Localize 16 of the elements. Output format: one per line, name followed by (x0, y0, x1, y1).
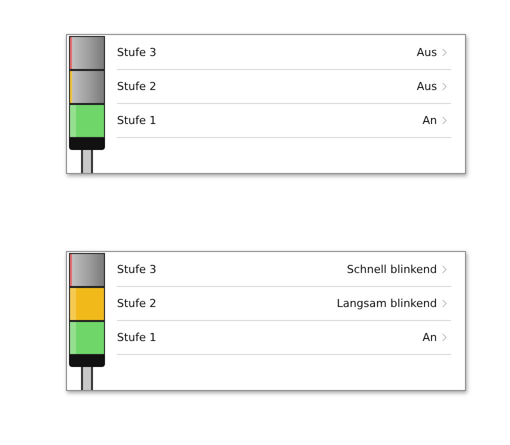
mode-selector[interactable]: Langsam blinkend (336, 297, 451, 310)
tower-pole (81, 150, 93, 173)
level-label: Stufe 2 (117, 80, 156, 93)
level-label: Stufe 3 (117, 46, 156, 59)
mode-selector[interactable]: An (422, 114, 451, 127)
level-label: Stufe 1 (117, 114, 156, 127)
level-label: Stufe 2 (117, 297, 156, 310)
level-label: Stufe 1 (117, 331, 156, 344)
mode-selector[interactable]: Aus (416, 80, 451, 93)
level-label: Stufe 3 (117, 263, 156, 276)
tower-pole (81, 367, 93, 390)
mode-selector[interactable]: Aus (416, 46, 451, 59)
tower-base (69, 138, 105, 150)
mode-selector[interactable]: An (422, 331, 451, 344)
tower-base (69, 355, 105, 367)
mode-selector[interactable]: Schnell blinkend (346, 263, 451, 276)
